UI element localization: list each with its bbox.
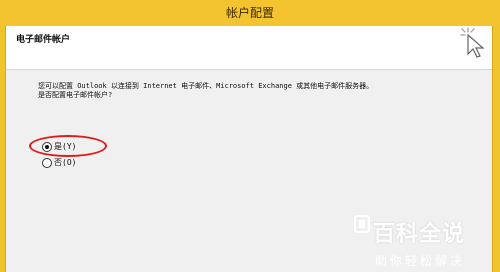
window-title: 帐户配置 — [225, 6, 274, 20]
radio-no-button[interactable] — [42, 157, 52, 168]
description-line-1: 您可以配置 Outlook 以连接到 Internet 电子邮件、Microso… — [38, 82, 374, 90]
dialog-header: 电子邮件帐户 — [6, 26, 492, 70]
radio-yes-button[interactable] — [42, 141, 52, 152]
description-text: 您可以配置 Outlook 以连接到 Internet 电子邮件、Microso… — [38, 82, 478, 100]
header-title: 电子邮件帐户 — [16, 35, 71, 45]
radio-no-label: 否(O) — [54, 158, 77, 167]
watermark-tagline: 助你轻松解决 — [375, 254, 466, 268]
radio-yes-label: 是(Y) — [54, 142, 77, 151]
title-bar[interactable]: 帐户配置 — [0, 0, 500, 26]
radio-selected-dot — [45, 144, 49, 149]
wizard-cursor-icon — [460, 27, 485, 58]
radio-no[interactable]: 否(O) — [42, 157, 76, 168]
watermark-brand: 百科全说 — [373, 222, 466, 247]
description-line-2: 是否配置电子邮件帐户? — [38, 91, 113, 99]
account-config-dialog: 电子邮件帐户 您可以配置 Outlook 以连接到 Internet 电子邮件、… — [5, 26, 493, 272]
radio-yes[interactable]: 是(Y) — [42, 141, 76, 152]
